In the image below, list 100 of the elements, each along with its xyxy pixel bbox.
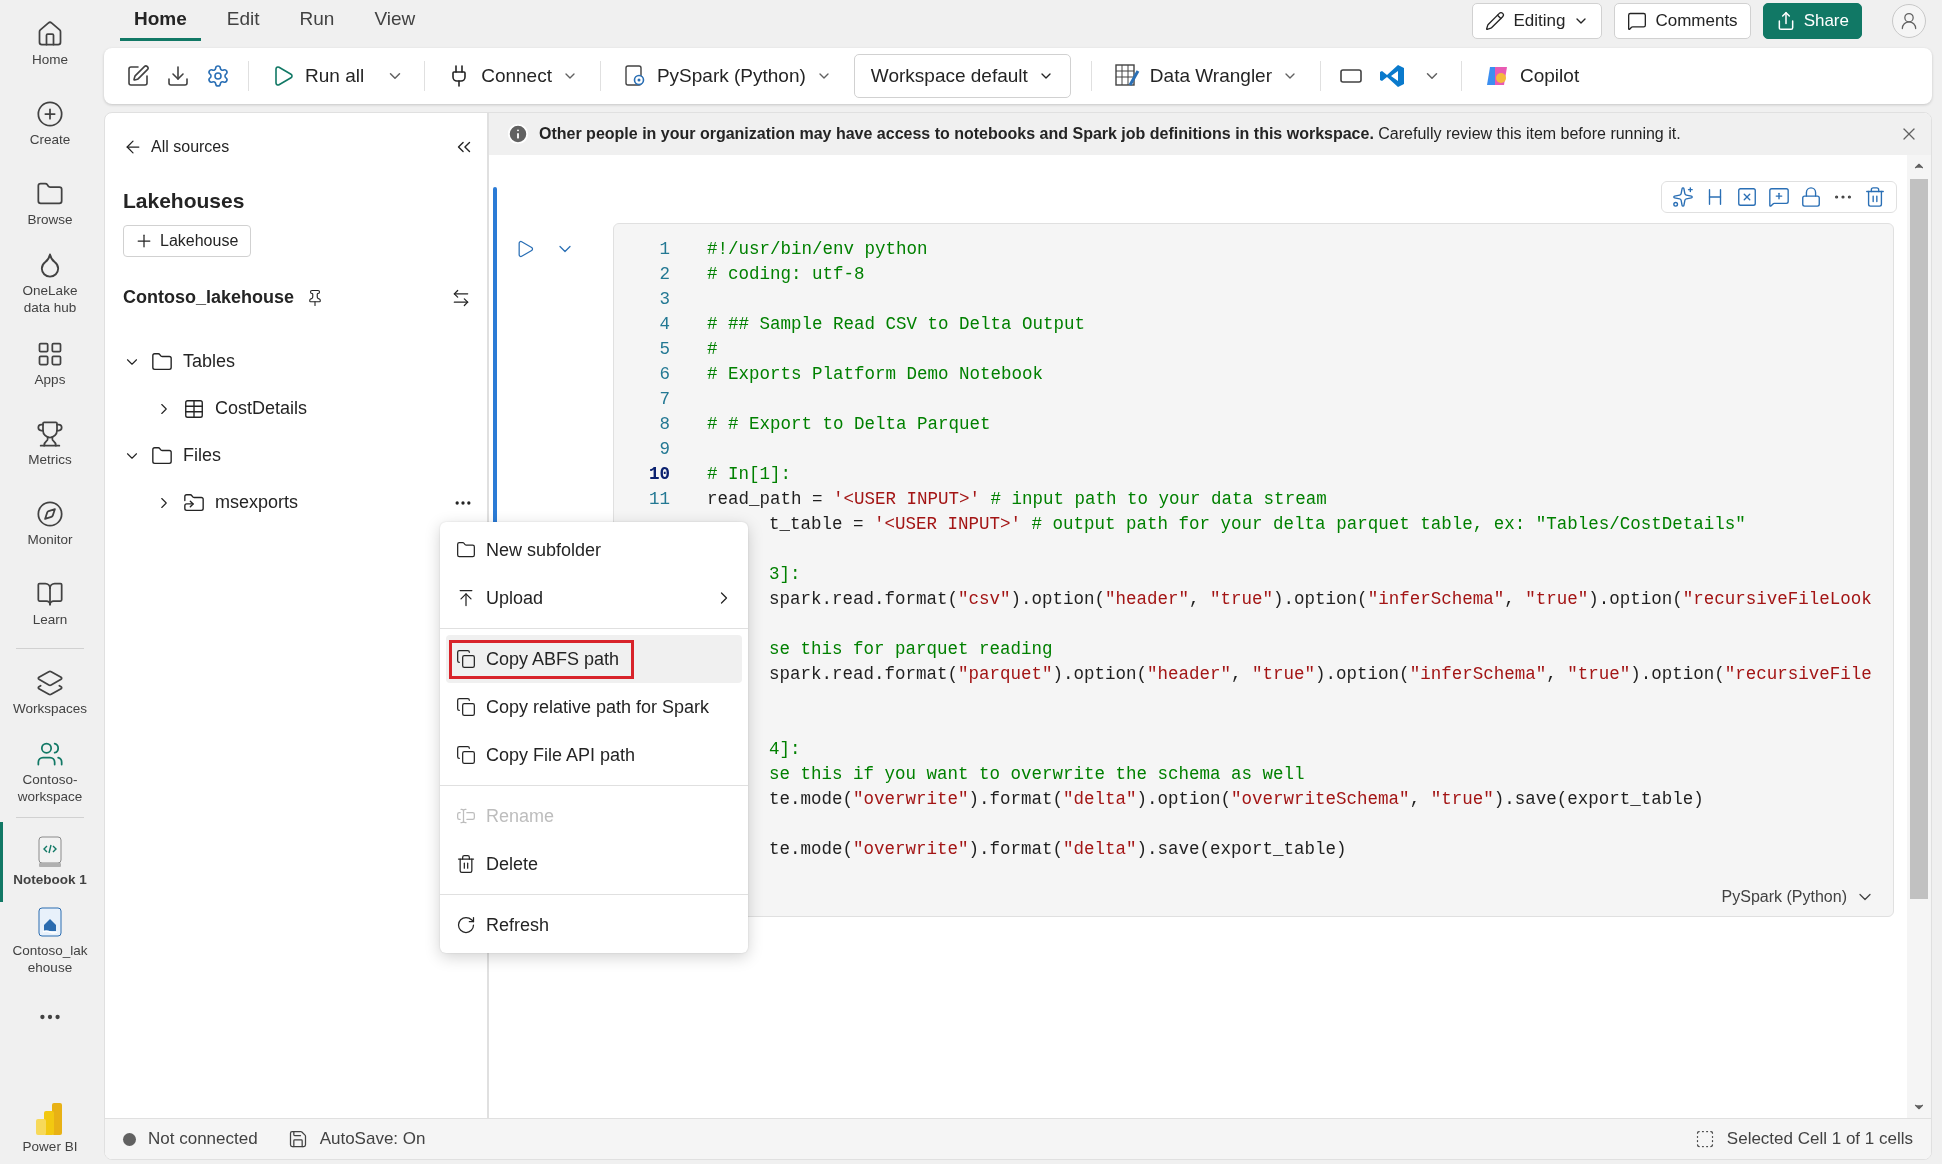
menu-item[interactable]: Copy relative path for Spark: [446, 683, 742, 731]
menu-tab[interactable]: Home: [120, 1, 201, 41]
scrollbar[interactable]: [1907, 155, 1931, 1118]
data-wrangler-icon[interactable]: [1113, 63, 1140, 89]
lock-icon[interactable]: [1800, 186, 1822, 208]
nav-item[interactable]: Create: [0, 84, 100, 164]
code-line: spark.read.format("csv").option("header", "true").option("inferSchema", "true").option("recursiveFileLook: [768, 588, 1872, 609]
code-line: t_table = '<USER INPUT>' # output path for your delta parquet table, ex: "Tables/CostDetails": [768, 513, 1746, 534]
pencil-icon: [1485, 11, 1506, 31]
code-line: # coding: utf-8: [707, 263, 865, 284]
line-number: 1: [658, 238, 670, 259]
menu-tab[interactable]: View: [360, 1, 430, 41]
delete-icon[interactable]: [1864, 186, 1886, 208]
line-number: 9: [658, 438, 670, 459]
nav-item[interactable]: OneLake data hub: [0, 244, 100, 324]
header-button[interactable]: Share: [1762, 3, 1862, 39]
nav-item[interactable]: Metrics: [0, 404, 100, 484]
nav-item[interactable]: Power BI: [0, 1102, 100, 1164]
trophy-icon: [36, 419, 64, 448]
connection-status: Not connected: [148, 1129, 258, 1149]
header-button[interactable]: Comments: [1614, 3, 1751, 39]
menu-item[interactable]: New subfolder: [446, 526, 742, 574]
line-number: 11: [648, 488, 670, 509]
nav-item[interactable]: Monitor: [0, 484, 100, 564]
nav-item[interactable]: Contoso_lakehouse: [0, 902, 100, 982]
header-button[interactable]: Editing: [1472, 3, 1603, 39]
tree-item[interactable]: msexports: [215, 492, 299, 513]
toolbar-button[interactable]: Connect: [435, 58, 590, 94]
account-button[interactable]: [1892, 4, 1926, 38]
comment-icon: [1627, 11, 1648, 31]
code-line: spark.read.format("parquet").option("header", "true").option("inferSchema", "true").option("recursiveFile: [768, 663, 1872, 684]
back-link[interactable]: All sources: [123, 137, 230, 157]
code-line: 4]:: [768, 738, 801, 759]
line-number: 6: [658, 363, 670, 384]
lakehouse-icon: [36, 907, 64, 940]
settings-icon: [206, 64, 230, 88]
trash-icon: [456, 854, 476, 874]
toolbar-button[interactable]: Copilot: [1472, 57, 1592, 95]
stacked-windows-icon: [36, 668, 64, 697]
line-number: 4: [658, 313, 670, 334]
edit-icon: [126, 64, 150, 88]
info-icon: [507, 123, 529, 145]
toolbar-button[interactable]: Run all: [259, 58, 377, 94]
selection-status: Selected Cell 1 of 1 cells: [1726, 1129, 1913, 1149]
add-comment-icon[interactable]: [1768, 186, 1790, 208]
code-line: # Exports Platform Demo Notebook: [707, 363, 1044, 384]
banner-text: Other people in your organization may have access to notebooks and Spark job definitions in this workspace. Carefully review this item before running it.: [539, 125, 1682, 143]
shortcut-folder-icon: [183, 491, 205, 514]
nav-item[interactable]: Home: [0, 4, 100, 84]
plus-circle-icon: [36, 99, 64, 128]
line-number: 2: [658, 263, 670, 284]
bar-chart-icon: [36, 1103, 64, 1135]
nav-item[interactable]: Workspaces: [0, 653, 100, 733]
home-icon: [36, 19, 64, 48]
add-lakehouse-button[interactable]: Lakehouse: [123, 225, 252, 257]
nav-item[interactable]: Browse: [0, 164, 100, 244]
menu-tab[interactable]: Edit: [212, 1, 274, 41]
nav-item[interactable]: Learn: [0, 564, 100, 644]
autosave-status: AutoSave: On: [319, 1129, 426, 1149]
selection-icon: [1694, 1129, 1715, 1149]
code-line: #: [707, 338, 718, 359]
line-number: 8: [658, 413, 670, 434]
toolbar-button[interactable]: PySpark (Python): [610, 58, 844, 94]
menu-item[interactable]: Delete: [446, 840, 742, 888]
spark-gear-icon: [622, 64, 647, 88]
line-number: 5: [658, 338, 670, 359]
menu-item[interactable]: Copy File API path: [446, 731, 742, 779]
nav-item[interactable]: Notebook 1: [0, 822, 100, 902]
notebook-icon: [36, 835, 64, 868]
copy-icon: [456, 697, 476, 717]
code-line: # In[1]:: [707, 463, 791, 484]
nav-item[interactable]: Contoso-workspace: [0, 733, 100, 813]
code-line: te.mode("overwrite").format("delta").option("overwriteSchema", "true").save(export_table): [768, 788, 1704, 809]
rename-icon: [456, 806, 476, 826]
tree-item[interactable]: Files: [183, 445, 221, 466]
person-icon: [1899, 11, 1919, 31]
code-editor-icon[interactable]: [1379, 63, 1405, 89]
code-line: #!/usr/bin/env python: [707, 238, 928, 259]
tree-item[interactable]: CostDetails: [215, 398, 308, 419]
code-line: se this for parquet reading: [768, 638, 1053, 659]
menu-item[interactable]: Upload: [446, 574, 742, 622]
refresh-icon: [456, 915, 476, 935]
menu-item[interactable]: Refresh: [446, 901, 742, 949]
table-icon: [183, 397, 205, 420]
nav-item[interactable]: Apps: [0, 324, 100, 404]
download-icon: [166, 64, 190, 88]
code-line: te.mode("overwrite").format("delta").save(export_table): [768, 838, 1347, 859]
clear-output-icon[interactable]: [1736, 186, 1758, 208]
tree-item[interactable]: Tables: [183, 351, 236, 372]
menu-item[interactable]: Copy ABFS path: [446, 635, 742, 683]
folder-icon: [151, 444, 173, 467]
copilot-icon[interactable]: [1672, 186, 1694, 208]
menu-tab[interactable]: Run: [285, 1, 349, 41]
folder-icon: [151, 350, 173, 373]
code-line: read_path = '<USER INPUT>' # input path to your data stream: [707, 488, 1327, 509]
line-number: 7: [658, 388, 670, 409]
environment-dropdown[interactable]: Workspace default: [853, 54, 1071, 98]
language-dropdown[interactable]: PySpark (Python): [1715, 886, 1881, 908]
swap-icon[interactable]: [451, 287, 471, 308]
toolbar-button[interactable]: Data Wrangler: [1101, 57, 1310, 95]
